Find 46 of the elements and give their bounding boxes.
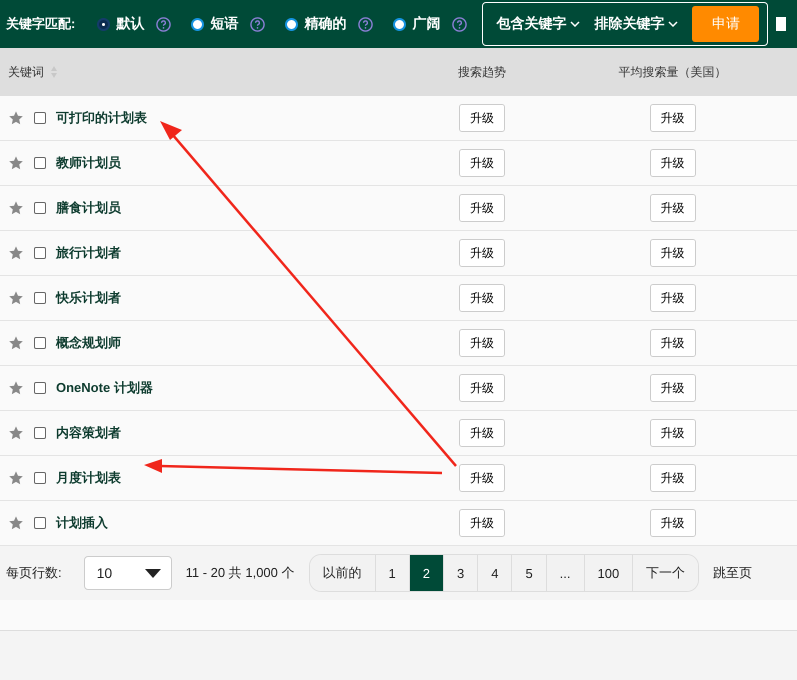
keyword-link[interactable]: 内容策划者: [56, 424, 121, 442]
keyword-link[interactable]: 快乐计划者: [56, 289, 121, 307]
keyword-link[interactable]: OneNote 计划器: [56, 379, 153, 397]
upgrade-button[interactable]: 升级: [650, 374, 696, 402]
upgrade-button[interactable]: 升级: [459, 419, 505, 447]
upgrade-button[interactable]: 升级: [650, 419, 696, 447]
upgrade-button[interactable]: 升级: [459, 149, 505, 177]
upgrade-button[interactable]: 升级: [650, 104, 696, 132]
jump-label: 跳至页: [713, 564, 752, 582]
upgrade-button[interactable]: 升级: [650, 329, 696, 357]
keyword-link[interactable]: 教师计划员: [56, 154, 121, 172]
exclude-dropdown[interactable]: 排除关键字: [588, 15, 684, 33]
option-label: 广阔: [412, 15, 440, 33]
page-button[interactable]: 以前的: [310, 555, 376, 591]
rows-per-page-label: 每页行数:: [6, 564, 62, 582]
keyword-link[interactable]: 计划插入: [56, 514, 108, 532]
upgrade-button[interactable]: 升级: [459, 104, 505, 132]
upgrade-button[interactable]: 升级: [459, 284, 505, 312]
upgrade-button[interactable]: 升级: [650, 509, 696, 537]
keyword-link[interactable]: 可打印的计划表: [56, 109, 147, 127]
option-label: 短语: [210, 15, 238, 33]
upgrade-button[interactable]: 升级: [650, 284, 696, 312]
column-header: 搜索趋势: [458, 64, 506, 80]
upgrade-button[interactable]: 升级: [650, 149, 696, 177]
upgrade-button[interactable]: 升级: [459, 374, 505, 402]
upgrade-button[interactable]: 升级: [650, 464, 696, 492]
upgrade-button[interactable]: 升级: [459, 509, 505, 537]
match-label: 关键字匹配:: [6, 15, 76, 33]
rows-per-page-select[interactable]: 10: [84, 556, 172, 590]
column-header: 平均搜索量（美国）: [618, 64, 726, 80]
keyword-link[interactable]: 概念规划师: [56, 334, 121, 352]
include-dropdown[interactable]: 包含关键字: [490, 15, 586, 33]
upgrade-button[interactable]: 升级: [459, 194, 505, 222]
keyword-link[interactable]: 旅行计划者: [56, 244, 121, 262]
option-label: 精确的: [304, 15, 346, 33]
upgrade-button[interactable]: 升级: [650, 194, 696, 222]
upgrade-button[interactable]: 升级: [459, 329, 505, 357]
range-text: 11 - 20 共 1,000 个: [186, 564, 294, 582]
column-header[interactable]: 关键词: [8, 64, 44, 80]
keyword-link[interactable]: 膳食计划员: [56, 199, 121, 217]
upgrade-button[interactable]: 升级: [459, 464, 505, 492]
option-label: 默认: [116, 15, 144, 33]
upgrade-button[interactable]: 升级: [650, 239, 696, 267]
upgrade-button[interactable]: 升级: [459, 239, 505, 267]
keyword-link[interactable]: 月度计划表: [56, 469, 121, 487]
page-button[interactable]: 2: [410, 555, 444, 591]
